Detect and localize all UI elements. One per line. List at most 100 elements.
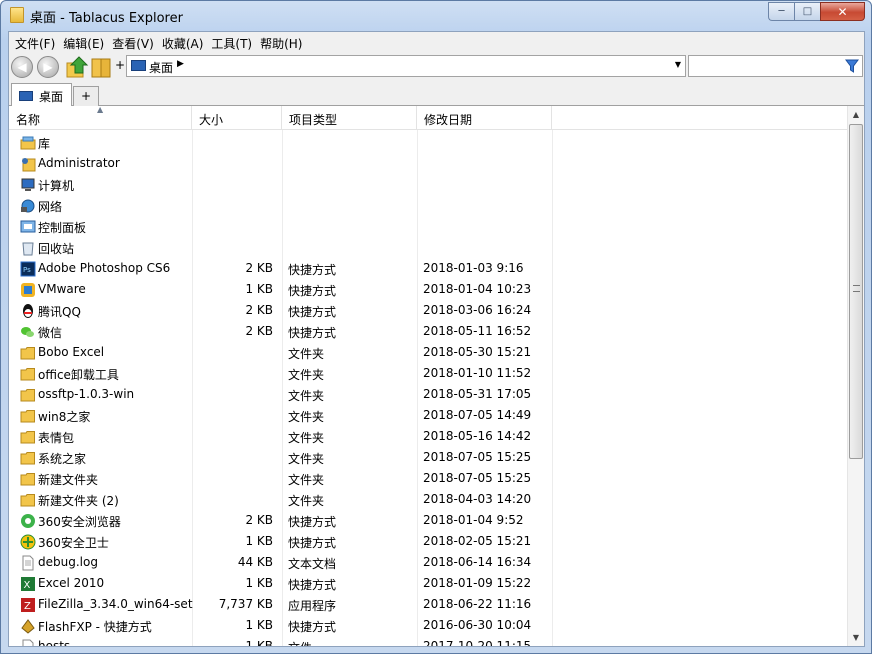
file-date: 2018-01-04 9:52: [423, 513, 524, 527]
file-row[interactable]: ossftp-1.0.3-win 文件夹 2018-05-31 17:05: [9, 384, 847, 405]
file-row[interactable]: hosts 1 KB 文件 2017-10-20 11:15: [9, 636, 847, 646]
file-name: Bobo Excel: [38, 345, 105, 359]
file-row[interactable]: Ps Adobe Photoshop CS6 2 KB 快捷方式 2018-01-03 …: [9, 258, 847, 279]
close-button[interactable]: ✕: [820, 2, 865, 21]
scroll-grip-icon: [853, 285, 860, 292]
file-row[interactable]: 回收站: [9, 237, 847, 258]
folder-icon: [20, 450, 36, 466]
file-row[interactable]: Bobo Excel 文件夹 2018-05-30 15:21: [9, 342, 847, 363]
file-size: 1 KB: [245, 576, 273, 590]
network-icon: [20, 198, 36, 214]
file-row[interactable]: 新建文件夹 文件夹 2018-07-05 15:25: [9, 468, 847, 489]
file-date: 2018-05-11 16:52: [423, 324, 532, 338]
folder-icon: [20, 492, 36, 508]
maximize-button[interactable]: □: [794, 2, 820, 21]
scroll-thumb[interactable]: [849, 124, 863, 459]
file-list[interactable]: 名称 ▲ 大小 项目类型 修改日期 库 Administrator 计算机网络控制面…: [9, 106, 864, 646]
window-title: 桌面 - Tablacus Explorer: [30, 11, 183, 26]
column-date[interactable]: 修改日期: [417, 106, 552, 130]
file-type: 文件夹: [288, 431, 325, 445]
file-date: 2018-06-22 11:16: [423, 597, 532, 611]
menu-edit[interactable]: 编辑(E): [59, 32, 108, 53]
file-date: 2018-01-04 10:23: [423, 282, 532, 296]
toolbar-plus[interactable]: +: [115, 58, 125, 72]
file-row[interactable]: 新建文件夹 (2) 文件夹 2018-04-03 14:20: [9, 489, 847, 510]
file-row[interactable]: 网络: [9, 195, 847, 216]
tab-bar: 桌面 +: [9, 81, 864, 107]
file-row[interactable]: 系统之家 文件夹 2018-07-05 15:25: [9, 447, 847, 468]
folders-icon[interactable]: [90, 55, 112, 79]
file-date: 2016-06-30 10:04: [423, 618, 532, 632]
file-date: 2018-03-06 16:24: [423, 303, 532, 317]
file-row[interactable]: debug.log 44 KB 文本文档 2018-06-14 16:34: [9, 552, 847, 573]
file-row[interactable]: 360安全卫士 1 KB 快捷方式 2018-02-05 15:21: [9, 531, 847, 552]
file-row[interactable]: 计算机: [9, 174, 847, 195]
file-date: 2018-04-03 14:20: [423, 492, 532, 506]
tab-desktop[interactable]: 桌面: [11, 83, 72, 107]
file-row[interactable]: office卸载工具 文件夹 2018-01-10 11:52: [9, 363, 847, 384]
file-type: 文件夹: [288, 410, 325, 424]
column-name[interactable]: 名称 ▲: [9, 106, 192, 130]
search-input[interactable]: [688, 55, 863, 77]
tab-label: 桌面: [39, 90, 64, 104]
menu-view[interactable]: 查看(V): [108, 32, 158, 53]
file-date: 2018-01-03 9:16: [423, 261, 524, 275]
file-type: 快捷方式: [288, 578, 337, 592]
column-header: 名称 ▲ 大小 项目类型 修改日期: [9, 106, 847, 130]
file-type: 快捷方式: [288, 284, 337, 298]
user-folder-icon: [20, 156, 36, 172]
address-dropdown-icon[interactable]: ▼: [675, 60, 681, 69]
file-row[interactable]: 腾讯QQ 2 KB 快捷方式 2018-03-06 16:24: [9, 300, 847, 321]
scroll-up-button[interactable]: ▲: [848, 106, 864, 123]
excel-icon: X: [20, 576, 36, 592]
scroll-down-button[interactable]: ▼: [848, 629, 864, 646]
address-bar[interactable]: 桌面 ▶ ▼: [126, 55, 686, 77]
breadcrumb-caret-icon[interactable]: ▶: [177, 59, 184, 69]
file-row[interactable]: FlashFXP - 快捷方式 1 KB 快捷方式 2016-06-30 10:04: [9, 615, 847, 636]
filter-icon[interactable]: [845, 59, 859, 73]
up-folder-icon[interactable]: [65, 55, 89, 79]
vertical-scrollbar[interactable]: ▲ ▼: [847, 106, 864, 646]
file-size: 1 KB: [245, 282, 273, 296]
file-type: 文件夹: [288, 389, 325, 403]
svg-text:Ps: Ps: [23, 266, 31, 274]
file-name: 网络: [38, 200, 63, 214]
column-type[interactable]: 项目类型: [282, 106, 417, 130]
back-button[interactable]: ◀: [11, 56, 33, 78]
forward-button[interactable]: ▶: [37, 56, 59, 78]
menu-help[interactable]: 帮助(H): [256, 32, 306, 53]
folder-icon: [20, 366, 36, 382]
menu-tools[interactable]: 工具(T): [207, 32, 256, 53]
qq-icon: [20, 303, 36, 319]
file-name: Administrator: [38, 156, 120, 170]
file-row[interactable]: Z FileZilla_3.34.0_win64-set... 7,737 KB 应用…: [9, 594, 847, 615]
add-tab-button[interactable]: +: [73, 86, 99, 106]
minimize-button[interactable]: ─: [768, 2, 794, 21]
file-row[interactable]: 微信 2 KB 快捷方式 2018-05-11 16:52: [9, 321, 847, 342]
menu-favorites[interactable]: 收藏(A): [158, 32, 208, 53]
folder-icon: [20, 408, 36, 424]
file-name: FileZilla_3.34.0_win64-set...: [38, 597, 193, 611]
folder-app-icon: [10, 7, 24, 23]
file-row[interactable]: 360安全浏览器 2 KB 快捷方式 2018-01-04 9:52: [9, 510, 847, 531]
library-icon: [20, 135, 36, 151]
guard-360-icon: [20, 534, 36, 550]
file-row[interactable]: 库: [9, 132, 847, 153]
column-size[interactable]: 大小: [192, 106, 282, 130]
file-name: debug.log: [38, 555, 98, 569]
file-row[interactable]: VMware 1 KB 快捷方式 2018-01-04 10:23: [9, 279, 847, 300]
menu-file[interactable]: 文件(F): [11, 32, 59, 53]
title-bar[interactable]: 桌面 - Tablacus Explorer ─ □ ✕: [1, 1, 871, 31]
file-row[interactable]: win8之家 文件夹 2018-07-05 14:49: [9, 405, 847, 426]
file-name: 计算机: [38, 179, 75, 193]
file-row[interactable]: X Excel 2010 1 KB 快捷方式 2018-01-09 15:22: [9, 573, 847, 594]
file-size: 1 KB: [245, 534, 273, 548]
file-type: 文件夹: [288, 473, 325, 487]
text-file-icon: [20, 555, 36, 571]
file-name: 新建文件夹 (2): [38, 494, 119, 508]
file-row[interactable]: 表情包 文件夹 2018-05-16 14:42: [9, 426, 847, 447]
desktop-icon: [19, 91, 33, 101]
file-row[interactable]: Administrator: [9, 153, 847, 174]
file-row[interactable]: 控制面板: [9, 216, 847, 237]
address-text[interactable]: 桌面: [149, 59, 173, 76]
